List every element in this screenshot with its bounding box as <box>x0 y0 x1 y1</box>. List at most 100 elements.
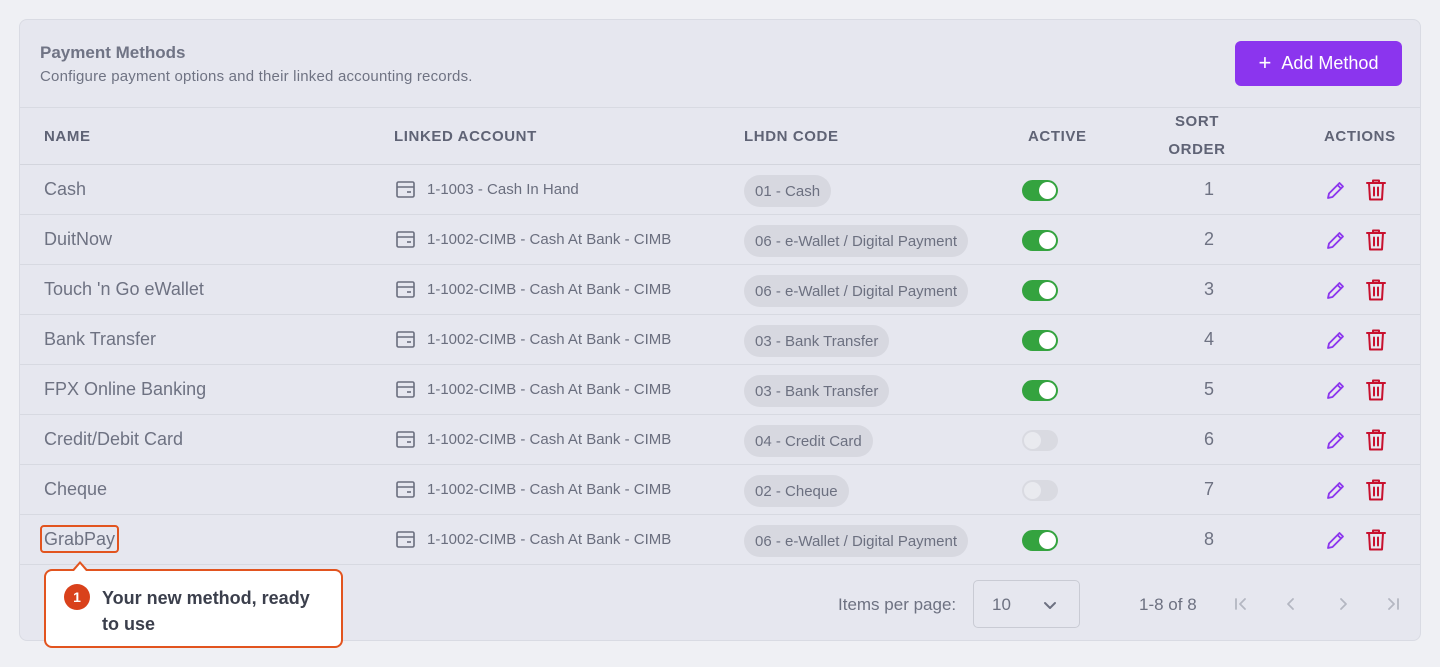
step-badge: 1 <box>64 584 90 610</box>
new-method-highlight <box>40 525 120 553</box>
tooltip-arrow-fill <box>74 564 86 571</box>
edit-icon[interactable] <box>1325 479 1347 501</box>
delete-icon[interactable] <box>1365 378 1387 402</box>
tooltip-text: Your new method, ready to use <box>102 588 310 634</box>
linked-account-text: 1-1003 - Cash In Hand <box>427 181 579 198</box>
lhdn-code-chip: 03 - Bank Transfer <box>744 325 890 357</box>
delete-icon[interactable] <box>1365 278 1387 302</box>
method-name: GrabPay <box>40 525 120 553</box>
wallet-icon <box>396 531 415 548</box>
toggle-knob <box>1024 432 1041 449</box>
sort-order-value: 3 <box>1203 279 1214 299</box>
toggle-knob <box>1024 482 1041 499</box>
items-per-page-select[interactable]: 10 <box>973 580 1080 628</box>
next-page-icon[interactable] <box>1335 596 1351 612</box>
toggle-knob <box>1039 182 1056 199</box>
active-toggle[interactable] <box>1022 380 1058 401</box>
method-name-text: Cheque <box>44 479 108 499</box>
column-header-lhdn-code[interactable]: LHDN CODE <box>744 128 839 145</box>
method-name-text: Cash <box>44 179 87 199</box>
method-name-text: DuitNow <box>44 229 113 249</box>
active-toggle[interactable] <box>1022 230 1058 251</box>
toggle-knob <box>1039 282 1056 299</box>
lhdn-code-chip: 02 - Cheque <box>744 475 849 507</box>
edit-icon[interactable] <box>1325 179 1347 201</box>
wallet-icon <box>396 431 415 448</box>
column-header-sort-order[interactable]: SORT ORDER <box>1161 108 1233 164</box>
delete-icon[interactable] <box>1365 478 1387 502</box>
items-per-page-value: 10 <box>992 595 1011 614</box>
method-name-text: Bank Transfer <box>44 329 157 349</box>
add-method-button[interactable]: + Add Method <box>1235 41 1402 86</box>
method-name-text: Touch 'n Go eWallet <box>44 279 204 299</box>
method-name: Cheque <box>44 479 107 500</box>
table-row: DuitNow 1-1002-CIMB - Cash At Bank - CIM… <box>20 215 1420 265</box>
active-toggle[interactable] <box>1022 330 1058 351</box>
delete-icon[interactable] <box>1365 428 1387 452</box>
wallet-icon <box>396 481 415 498</box>
sort-header-line1: SORT <box>1174 113 1220 130</box>
first-page-icon[interactable] <box>1233 596 1249 612</box>
method-name-text: Credit/Debit Card <box>44 429 184 449</box>
active-toggle[interactable] <box>1022 480 1058 501</box>
delete-icon[interactable] <box>1365 328 1387 352</box>
column-header-linked-account[interactable]: LINKED ACCOUNT <box>394 128 537 145</box>
table-row: Cheque 1-1002-CIMB - Cash At Bank - CIMB… <box>20 465 1420 515</box>
edit-icon[interactable] <box>1325 229 1347 251</box>
table-row: GrabPay 1-1002-CIMB - Cash At Bank - CIM… <box>20 515 1420 565</box>
column-header-actions: ACTIONS <box>1324 128 1396 145</box>
edit-icon[interactable] <box>1325 279 1347 301</box>
previous-page-icon[interactable] <box>1283 596 1299 612</box>
toggle-knob <box>1039 382 1056 399</box>
payment-methods-card: Payment Methods Configure payment option… <box>19 19 1421 641</box>
method-name-text: FPX Online Banking <box>44 379 207 399</box>
linked-account: 1-1002-CIMB - Cash At Bank - CIMB <box>396 381 671 398</box>
chevron-down-icon <box>1044 602 1056 609</box>
method-name: FPX Online Banking <box>44 379 206 400</box>
column-header-name[interactable]: NAME <box>44 128 91 145</box>
linked-account: 1-1002-CIMB - Cash At Bank - CIMB <box>396 331 671 348</box>
toggle-knob <box>1039 532 1056 549</box>
delete-icon[interactable] <box>1365 228 1387 252</box>
active-toggle[interactable] <box>1022 280 1058 301</box>
linked-account-text: 1-1002-CIMB - Cash At Bank - CIMB <box>427 531 672 548</box>
toggle-knob <box>1039 232 1056 249</box>
table-header: NAME LINKED ACCOUNT LHDN CODE ACTIVE SOR… <box>20 107 1420 165</box>
edit-icon[interactable] <box>1325 429 1347 451</box>
lhdn-code-chip: 03 - Bank Transfer <box>744 375 890 407</box>
add-method-label: Add Method <box>1281 53 1379 73</box>
wallet-icon <box>396 381 415 398</box>
items-per-page-label: Items per page: <box>838 595 957 614</box>
sort-order-value: 4 <box>1203 329 1214 349</box>
delete-icon[interactable] <box>1365 528 1387 552</box>
wallet-icon <box>396 281 415 298</box>
linked-account-text: 1-1002-CIMB - Cash At Bank - CIMB <box>427 331 672 348</box>
sort-order-value: 7 <box>1203 479 1214 499</box>
active-toggle[interactable] <box>1022 430 1058 451</box>
table-row: Credit/Debit Card 1-1002-CIMB - Cash At … <box>20 415 1420 465</box>
linked-account: 1-1002-CIMB - Cash At Bank - CIMB <box>396 431 671 448</box>
active-toggle[interactable] <box>1022 530 1058 551</box>
active-toggle[interactable] <box>1022 180 1058 201</box>
sort-order-value: 8 <box>1203 529 1214 549</box>
linked-account-text: 1-1002-CIMB - Cash At Bank - CIMB <box>427 231 672 248</box>
linked-account: 1-1002-CIMB - Cash At Bank - CIMB <box>396 231 671 248</box>
lhdn-code-chip: 01 - Cash <box>744 175 832 207</box>
plus-icon: + <box>1258 49 1272 75</box>
edit-icon[interactable] <box>1325 329 1347 351</box>
method-name: Credit/Debit Card <box>44 429 183 450</box>
pagination-range: 1-8 of 8 <box>1139 595 1197 614</box>
wallet-icon <box>396 331 415 348</box>
method-name: Touch 'n Go eWallet <box>44 279 204 300</box>
last-page-icon[interactable] <box>1385 596 1401 612</box>
linked-account-text: 1-1002-CIMB - Cash At Bank - CIMB <box>427 431 672 448</box>
method-name: Bank Transfer <box>44 329 156 350</box>
wallet-icon <box>396 231 415 248</box>
delete-icon[interactable] <box>1365 178 1387 202</box>
sort-header-line2: ORDER <box>1168 141 1226 158</box>
column-header-active[interactable]: ACTIVE <box>1028 128 1087 145</box>
lhdn-code-chip: 06 - e-Wallet / Digital Payment <box>744 275 969 307</box>
page-subtitle: Configure payment options and their link… <box>40 68 473 85</box>
edit-icon[interactable] <box>1325 379 1347 401</box>
edit-icon[interactable] <box>1325 529 1347 551</box>
